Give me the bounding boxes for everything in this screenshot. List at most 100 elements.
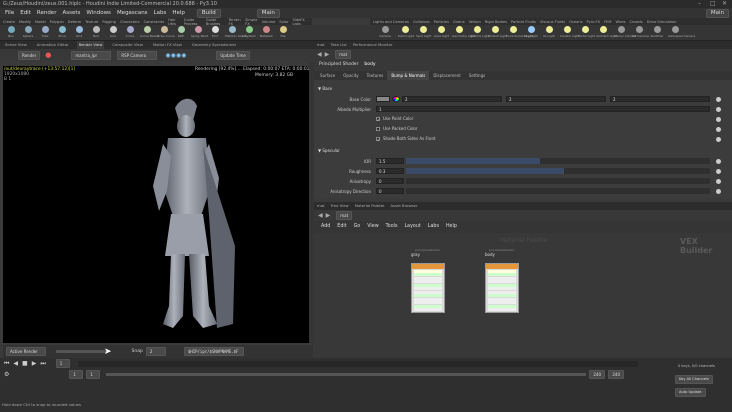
reset-icon[interactable] bbox=[716, 137, 721, 142]
shelf-tab[interactable]: Rigging bbox=[102, 20, 116, 24]
auto-update-button[interactable]: Auto Update bbox=[675, 388, 706, 397]
shelf-tool-lsystem[interactable]: L-System bbox=[242, 26, 256, 38]
shelf-tool-spot-light[interactable]: Spot Light bbox=[416, 26, 431, 38]
shelf-tool-vr-camera[interactable]: VR Camera bbox=[632, 26, 649, 38]
tab-motion-fx-view[interactable]: Motion FX View bbox=[151, 41, 184, 49]
tab-scene-view[interactable]: Scene View bbox=[3, 41, 29, 49]
albedo-field[interactable]: 1 bbox=[376, 106, 710, 112]
context-selector-right[interactable]: Main bbox=[705, 8, 729, 18]
shelf-tool-geometry-light[interactable]: Geometry Light bbox=[452, 26, 475, 38]
range-start-field[interactable]: 1 bbox=[86, 370, 101, 379]
shelf-tab[interactable]: Pyro FX bbox=[587, 20, 601, 24]
shelf-tool-ambient-light[interactable]: Ambient Light bbox=[596, 26, 617, 38]
use-packed-color-checkbox[interactable]: Use Packed Color bbox=[376, 126, 418, 131]
net-menu-labs[interactable]: Labs bbox=[428, 221, 439, 233]
color-wheel-icon[interactable] bbox=[392, 96, 400, 102]
realtime-icon[interactable]: ⚙ bbox=[4, 371, 9, 378]
menu-render[interactable]: Render bbox=[37, 10, 57, 16]
shelf-tool-sphere[interactable]: Sphere bbox=[21, 26, 35, 38]
shelf-tab[interactable]: Polygon bbox=[50, 20, 64, 24]
shelf-tool-portal-light[interactable]: Portal Light bbox=[578, 26, 595, 38]
shelf-tab[interactable]: Constraints bbox=[144, 20, 165, 24]
tab-network-mat[interactable]: mat bbox=[317, 202, 325, 210]
shelf-tab[interactable]: Grains bbox=[453, 20, 465, 24]
param-tab-settings[interactable]: Settings bbox=[465, 71, 489, 80]
shelf-tool-line[interactable]: Line bbox=[106, 26, 120, 38]
update-time-button[interactable]: Update Time bbox=[216, 50, 250, 60]
shelf-tool-circle[interactable]: Circle bbox=[123, 26, 137, 38]
network-path[interactable]: mat bbox=[336, 211, 353, 220]
shader-name-field[interactable]: body bbox=[364, 62, 375, 67]
range-bar[interactable] bbox=[106, 373, 587, 376]
shelf-tab[interactable]: FEM bbox=[604, 20, 611, 24]
render-viewport[interactable] bbox=[3, 66, 309, 343]
tab-composite-view[interactable]: Composite View bbox=[110, 41, 144, 49]
frame-field[interactable]: 1 bbox=[55, 359, 70, 368]
param-tab-textures[interactable]: Textures bbox=[363, 71, 388, 80]
desktop-selector[interactable]: Build bbox=[196, 8, 221, 18]
shelf-tool-font[interactable]: Font bbox=[208, 26, 222, 38]
param-tab-bump-normals[interactable]: Bump & Normals bbox=[387, 71, 430, 80]
key-all-channels-button[interactable]: Key All Channels bbox=[675, 375, 713, 384]
tab-mat[interactable]: mat bbox=[317, 41, 325, 49]
menu-assets[interactable]: Assets bbox=[62, 10, 80, 16]
param-tab-displacement[interactable]: Displacement bbox=[429, 71, 465, 80]
param-tab-opacity[interactable]: Opacity bbox=[339, 71, 362, 80]
net-menu-edit[interactable]: Edit bbox=[337, 221, 346, 233]
shelf-tab[interactable]: Lights and Cameras bbox=[373, 20, 409, 24]
ior-slider[interactable] bbox=[406, 158, 710, 164]
net-menu-layout[interactable]: Layout bbox=[404, 221, 420, 233]
shelf-tab[interactable]: Viscous Fluids bbox=[540, 20, 565, 24]
aniso-dir-slider[interactable] bbox=[406, 188, 710, 194]
reset-icon[interactable] bbox=[716, 107, 721, 112]
shelf-tool-draw-curve[interactable]: Draw Curve bbox=[157, 26, 175, 38]
ship-path-field[interactable]: $HIP/ipr/$SNAPNAME.$F bbox=[183, 347, 244, 356]
net-menu-add[interactable]: Add bbox=[321, 221, 330, 233]
shelf-tab[interactable]: Particle Fluids bbox=[511, 20, 536, 24]
param-tab-surface[interactable]: Surface bbox=[316, 71, 339, 80]
shade-both-sides-checkbox[interactable]: ✓ Shade Both Sides As Front bbox=[376, 136, 436, 142]
anisotropy-field[interactable]: 0 bbox=[376, 178, 404, 184]
renderer-dropdown[interactable]: mantra_ipr bbox=[71, 50, 112, 60]
shelf-tab[interactable]: Modify bbox=[19, 20, 31, 24]
shelf-tool-tube[interactable]: Tube bbox=[38, 26, 52, 38]
maximize-icon[interactable]: □ bbox=[710, 0, 716, 8]
shelf-tool-sky-light[interactable]: Sky Light bbox=[524, 26, 538, 38]
tab-animation-editor[interactable]: Animation Editor bbox=[35, 41, 71, 49]
shelf-tool-caustic-light[interactable]: Caustic Light bbox=[560, 26, 580, 38]
shelf-tool-volume-light[interactable]: Volume Light bbox=[470, 26, 490, 38]
shelf-tool-platonic[interactable]: Platonic Solids bbox=[225, 26, 247, 38]
base-color-r[interactable]: 2 bbox=[402, 96, 502, 102]
menu-file[interactable]: File bbox=[5, 10, 14, 16]
play-icon[interactable]: ▶ bbox=[32, 360, 37, 367]
reset-icon[interactable] bbox=[716, 179, 721, 184]
step-back-icon[interactable]: ◀ bbox=[13, 360, 18, 367]
snap-value-field[interactable]: 2 bbox=[145, 347, 166, 356]
use-point-color-checkbox[interactable]: ✓ Use Point Color bbox=[376, 116, 413, 122]
close-icon[interactable]: ✕ bbox=[722, 0, 727, 8]
reset-icon[interactable] bbox=[716, 127, 721, 132]
stop-icon[interactable]: ■ bbox=[22, 360, 28, 367]
tab-material-palette[interactable]: Material Palette bbox=[355, 202, 385, 210]
menu-windows[interactable]: Windows bbox=[86, 10, 111, 16]
tab-tree-view[interactable]: Tree View bbox=[331, 202, 349, 210]
shelf-tab[interactable]: Particles bbox=[434, 20, 449, 24]
jump-end-icon[interactable]: ⏭ bbox=[40, 360, 45, 368]
reset-icon[interactable] bbox=[716, 159, 721, 164]
context-selector[interactable]: Main bbox=[256, 8, 280, 18]
menu-help[interactable]: Help bbox=[172, 10, 185, 16]
view-tools-icon[interactable]: ◉◉◉◉ bbox=[165, 52, 186, 59]
shelf-tab[interactable]: Wires bbox=[616, 20, 626, 24]
end-frame-field[interactable]: 240 bbox=[608, 370, 625, 379]
shelf-tab[interactable]: Texture bbox=[85, 20, 98, 24]
roughness-slider[interactable] bbox=[406, 168, 710, 174]
back-icon[interactable]: ◀ bbox=[317, 51, 322, 58]
net-menu-tools[interactable]: Tools bbox=[386, 221, 398, 233]
reset-icon[interactable] bbox=[716, 169, 721, 174]
shelf-tab[interactable]: Rigid Bodies bbox=[485, 20, 507, 24]
back-icon[interactable]: ◀ bbox=[318, 212, 323, 219]
base-color-g[interactable]: 2 bbox=[506, 96, 606, 102]
shelf-tab[interactable]: Solar bbox=[279, 20, 288, 24]
base-color-b[interactable]: 2 bbox=[610, 96, 710, 102]
shelf-tool-gamepad-camera[interactable]: Gamepad Camera bbox=[668, 26, 695, 38]
